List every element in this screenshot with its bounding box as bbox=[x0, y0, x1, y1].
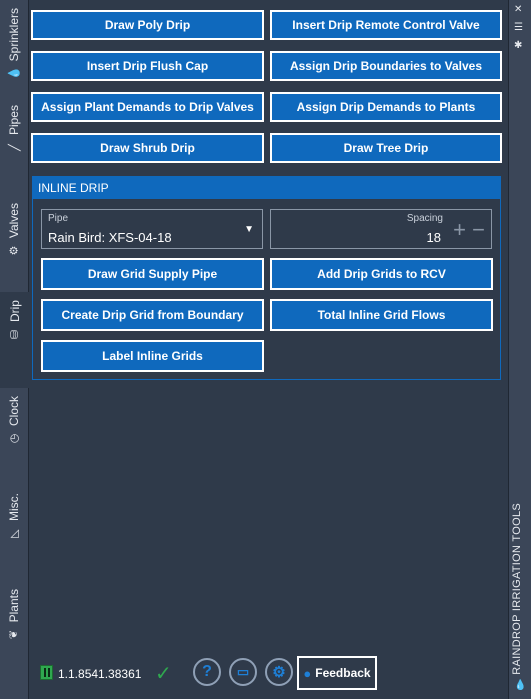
help-button[interactable]: ? bbox=[193, 658, 221, 686]
inline-drip-header: INLINE DRIP bbox=[33, 177, 500, 199]
misc-icon: ◺ bbox=[8, 529, 21, 538]
tab-misc[interactable]: Misc. ◺ bbox=[0, 485, 28, 582]
add-drip-grids-rcv-button[interactable]: Add Drip Grids to RCV bbox=[270, 258, 493, 290]
tab-strip: Sprinklers 💧 Pipes ╱ Valves ⚙ Drip ⛁ Clo… bbox=[0, 0, 29, 699]
tab-drip[interactable]: Drip ⛁ bbox=[0, 292, 29, 389]
feedback-button[interactable]: ● Feedback bbox=[297, 656, 377, 690]
version-text: 1.1.8541.38361 bbox=[58, 667, 142, 681]
settings-button[interactable]: ⚙ bbox=[265, 658, 293, 686]
tab-clock[interactable]: Clock ◷ bbox=[0, 388, 28, 486]
assign-boundaries-button[interactable]: Assign Drip Boundaries to Valves bbox=[270, 51, 502, 81]
clock-icon: ◷ bbox=[8, 433, 21, 444]
insert-drip-rcv-button[interactable]: Insert Drip Remote Control Valve bbox=[270, 10, 502, 40]
tab-label: Valves bbox=[7, 203, 21, 239]
question-icon: ? bbox=[202, 663, 212, 680]
total-inline-flows-button[interactable]: Total Inline Grid Flows bbox=[270, 299, 493, 331]
tab-pipes[interactable]: Pipes ╱ bbox=[0, 97, 28, 196]
feedback-label: Feedback bbox=[315, 666, 371, 680]
check-icon: ✓ bbox=[155, 663, 172, 685]
pipe-label: Pipe bbox=[48, 213, 69, 224]
chevron-down-icon: ▼ bbox=[244, 224, 254, 235]
draw-shrub-drip-button[interactable]: Draw Shrub Drip bbox=[31, 133, 264, 163]
create-grid-boundary-button[interactable]: Create Drip Grid from Boundary bbox=[41, 299, 264, 331]
folder-icon: ▭ bbox=[236, 664, 250, 679]
droplet-icon: 💧 bbox=[8, 67, 21, 81]
raindrop-logo-icon: 💧 bbox=[514, 680, 527, 691]
settings-icon[interactable]: ✱ bbox=[514, 40, 522, 51]
draw-poly-drip-button[interactable]: Draw Poly Drip bbox=[31, 10, 264, 40]
panel-title: RAINDROP IRRIGATION TOOLS bbox=[511, 503, 523, 675]
pipe-icon: ╱ bbox=[8, 144, 21, 151]
valve-icon: ⚙ bbox=[8, 245, 21, 256]
plant-icon: ❦ bbox=[8, 630, 21, 640]
speech-bubble-icon: ● bbox=[303, 665, 312, 681]
spacing-field[interactable]: Spacing 18 + − bbox=[270, 209, 492, 249]
right-panel-strip: ✕ ☰ ✱ RAINDROP IRRIGATION TOOLS 💧 bbox=[508, 0, 531, 699]
increment-icon[interactable]: + bbox=[453, 217, 466, 243]
tab-label: Clock bbox=[7, 396, 21, 427]
spacing-value: 18 bbox=[426, 230, 441, 245]
drip-icon: ⛁ bbox=[9, 329, 21, 340]
label-inline-grids-button[interactable]: Label Inline Grids bbox=[41, 340, 264, 372]
tab-label: Pipes bbox=[7, 105, 21, 136]
tab-label: Sprinklers bbox=[7, 8, 21, 62]
tab-valves[interactable]: Valves ⚙ bbox=[0, 195, 28, 293]
draw-tree-drip-button[interactable]: Draw Tree Drip bbox=[270, 133, 502, 163]
assign-drip-demands-button[interactable]: Assign Drip Demands to Plants bbox=[270, 92, 502, 122]
decrement-icon[interactable]: − bbox=[472, 217, 485, 243]
insert-flush-cap-button[interactable]: Insert Drip Flush Cap bbox=[31, 51, 264, 81]
folder-button[interactable]: ▭ bbox=[229, 658, 257, 686]
pipe-value: Rain Bird: XFS-04-18 bbox=[48, 230, 172, 245]
close-icon[interactable]: ✕ bbox=[514, 4, 522, 15]
tab-label: Plants bbox=[7, 589, 21, 623]
assign-plant-demands-button[interactable]: Assign Plant Demands to Drip Valves bbox=[31, 92, 264, 122]
tab-sprinklers[interactable]: Sprinklers 💧 bbox=[0, 0, 28, 98]
tab-label: Misc. bbox=[7, 493, 21, 521]
pipe-dropdown[interactable]: Pipe Rain Bird: XFS-04-18 ▼ bbox=[41, 209, 263, 249]
version-icon bbox=[40, 665, 53, 680]
spacing-label: Spacing bbox=[406, 213, 443, 224]
menu-icon[interactable]: ☰ bbox=[514, 22, 523, 33]
draw-grid-supply-button[interactable]: Draw Grid Supply Pipe bbox=[41, 258, 264, 290]
gear-icon: ⚙ bbox=[272, 664, 286, 681]
tab-plants[interactable]: Plants ❦ bbox=[0, 581, 28, 699]
tab-label: Drip bbox=[7, 300, 22, 323]
